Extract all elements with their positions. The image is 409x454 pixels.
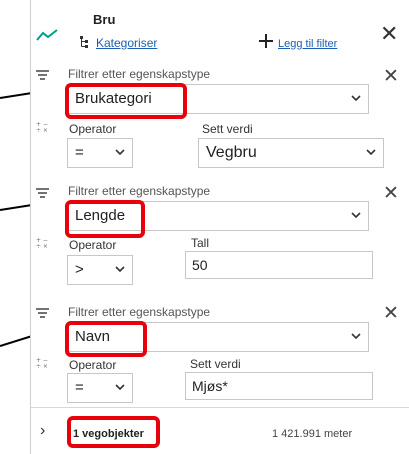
- filter-label: Filtrer etter egenskapstype: [68, 305, 211, 319]
- operator-label: Operator: [69, 238, 117, 252]
- chevron-down-icon: [351, 333, 361, 340]
- chevron-down-icon: [115, 384, 125, 391]
- value-select[interactable]: Vegbru: [198, 138, 384, 168]
- remove-filter-icon[interactable]: ✕: [383, 184, 399, 203]
- operator-value: =: [75, 379, 84, 396]
- operator-icon: + − ÷ ×: [36, 237, 48, 249]
- property-value: Brukategori: [75, 90, 152, 107]
- filter-label: Filtrer etter egenskapstype: [68, 67, 211, 81]
- value-label: Sett verdi: [190, 357, 241, 371]
- filter-icon: [36, 70, 49, 80]
- value-label: Tall: [191, 236, 210, 250]
- property-select[interactable]: Navn: [67, 322, 369, 352]
- property-select[interactable]: Brukategori: [67, 84, 369, 114]
- add-filter-link[interactable]: Legg til filter: [278, 38, 337, 50]
- property-select[interactable]: Lengde: [67, 201, 369, 231]
- svg-text:÷ ×: ÷ ×: [36, 363, 48, 369]
- chevron-down-icon: [351, 95, 361, 102]
- chevron-down-icon: [115, 266, 125, 273]
- operator-label: Operator: [69, 358, 117, 372]
- total-length: 1 421.991 meter: [272, 428, 353, 440]
- remove-filter-icon[interactable]: ✕: [383, 304, 399, 323]
- value-input[interactable]: Mjøs*: [185, 372, 373, 400]
- svg-text:÷ ×: ÷ ×: [36, 127, 48, 133]
- chevron-down-icon: [351, 212, 361, 219]
- chevron-down-icon: [366, 149, 376, 156]
- operator-select[interactable]: >: [67, 255, 133, 285]
- chevron-down-icon: [115, 149, 125, 156]
- operator-label: Operator: [69, 122, 117, 136]
- layer-title: Bru: [93, 12, 116, 27]
- property-value: Lengde: [75, 207, 126, 224]
- close-icon[interactable]: ✕: [380, 23, 398, 45]
- filter-label: Filtrer etter egenskapstype: [68, 184, 211, 198]
- operator-icon: + − ÷ ×: [36, 357, 48, 369]
- operator-icon: + − ÷ ×: [36, 121, 48, 133]
- property-value: Navn: [75, 328, 111, 345]
- operator-select[interactable]: =: [67, 138, 133, 168]
- value-value: Mjøs*: [192, 378, 228, 394]
- filter-icon: [36, 188, 49, 198]
- value-label: Sett verdi: [202, 122, 253, 136]
- footer-divider: [31, 407, 409, 408]
- operator-select[interactable]: =: [67, 373, 133, 403]
- operator-value: >: [75, 261, 84, 278]
- categorize-icon[interactable]: [80, 36, 92, 48]
- value-input[interactable]: 50: [185, 251, 373, 279]
- value-value: Vegbru: [206, 144, 257, 161]
- expand-icon[interactable]: ›: [40, 422, 45, 440]
- object-count: 1 vegobjekter: [73, 428, 144, 440]
- svg-text:÷ ×: ÷ ×: [36, 243, 48, 249]
- filter-icon: [36, 308, 49, 318]
- trend-icon: [36, 29, 58, 41]
- operator-value: =: [75, 144, 84, 161]
- remove-filter-icon[interactable]: ✕: [383, 67, 399, 86]
- plus-icon[interactable]: [258, 33, 274, 49]
- value-value: 50: [192, 257, 208, 273]
- categorize-link[interactable]: Kategoriser: [96, 36, 157, 50]
